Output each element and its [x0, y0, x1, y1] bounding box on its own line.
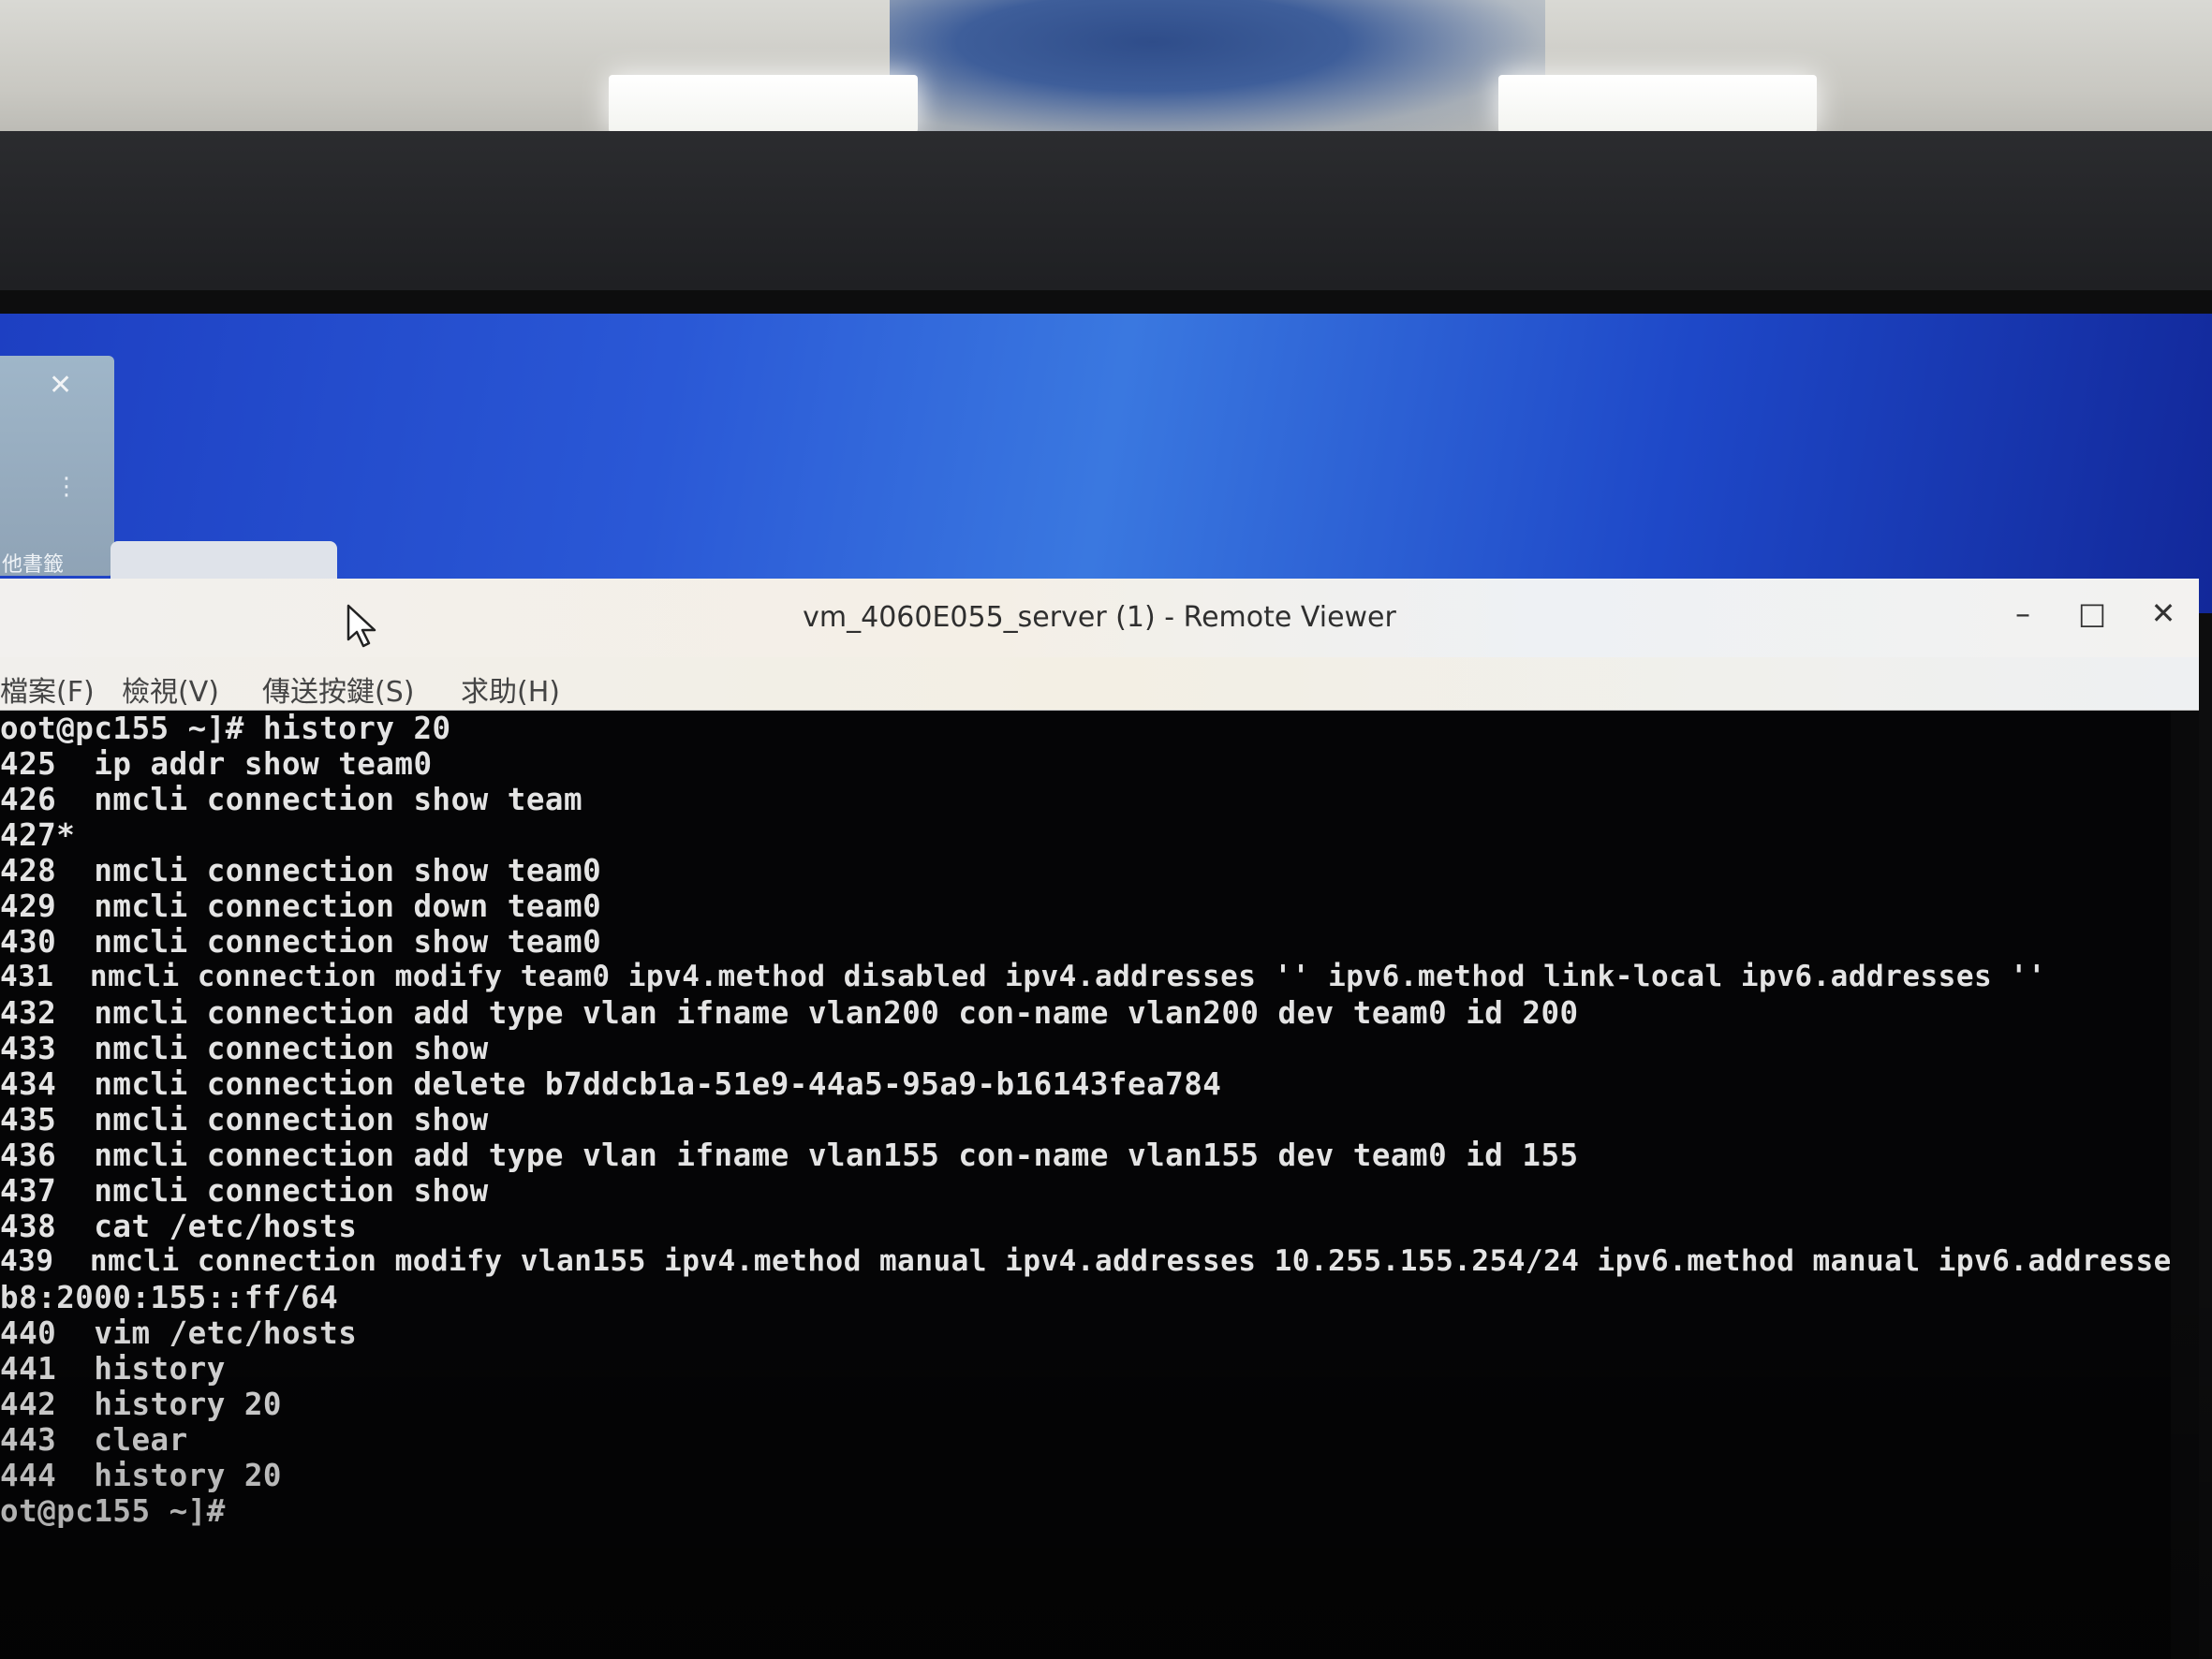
ceiling-artwork — [890, 0, 1545, 140]
terminal-line: 430 nmcli connection show team0 — [0, 924, 602, 960]
terminal-line: 428 nmcli connection show team0 — [0, 853, 602, 888]
ceiling — [0, 0, 2212, 150]
terminal-line: 427* — [0, 817, 76, 853]
terminal-line: oot@pc155 ~]# history 20 — [0, 711, 451, 746]
remote-viewer-window: vm_4060E055_server (1) - Remote Viewer –… — [0, 579, 2199, 1659]
terminal-line: 443 clear — [0, 1422, 188, 1458]
terminal-line: 429 nmcli connection down team0 — [0, 888, 602, 924]
terminal-console[interactable]: oot@pc155 ~]# history 20 425 ip addr sho… — [0, 711, 2171, 1659]
terminal-line: b8:2000:155::ff/64 — [0, 1280, 339, 1315]
menu-send-key[interactable]: 傳送按鍵(S) — [262, 668, 414, 710]
terminal-line: 432 nmcli connection add type vlan ifnam… — [0, 995, 1579, 1031]
window-title: vm_4060E055_server (1) - Remote Viewer — [803, 601, 1396, 634]
terminal-line: 441 history — [0, 1351, 226, 1387]
window-titlebar[interactable]: vm_4060E055_server (1) - Remote Viewer –… — [0, 579, 2199, 658]
terminal-line: 442 history 20 — [0, 1387, 282, 1422]
terminal-line: 436 nmcli connection add type vlan ifnam… — [0, 1138, 1579, 1173]
notification-close-icon[interactable]: ✕ — [49, 369, 72, 402]
notification-menu-icon[interactable]: ⋮ — [54, 473, 79, 501]
menu-help[interactable]: 求助(H) — [461, 668, 560, 710]
terminal-line: 435 nmcli connection show — [0, 1102, 489, 1138]
terminal-line: 434 nmcli connection delete b7ddcb1a-51e… — [0, 1066, 1222, 1102]
terminal-line: 433 nmcli connection show — [0, 1031, 489, 1066]
notification-panel[interactable]: ✕ ⋮ 他書籤 — [0, 356, 114, 577]
terminal-line: 431 nmcli connection modify team0 ipv4.m… — [0, 960, 2046, 993]
close-icon[interactable]: ✕ — [2145, 595, 2182, 631]
terminal-line: 425 ip addr show team0 — [0, 746, 433, 782]
terminal-line: 437 nmcli connection show — [0, 1173, 489, 1209]
notification-text: 他書籤 — [2, 553, 65, 577]
minimize-icon[interactable]: – — [2004, 595, 2042, 631]
menu-file[interactable]: 檔案(F) — [0, 668, 95, 710]
ceiling-light-right — [1498, 75, 1817, 133]
ceiling-light-left — [609, 75, 918, 133]
menu-bar: 檔案(F) 檢視(V) 傳送按鍵(S) 求助(H) — [0, 657, 2199, 711]
terminal-line: 440 vim /etc/hosts — [0, 1315, 358, 1351]
menu-view[interactable]: 檢視(V) — [122, 668, 219, 710]
terminal-line: 444 history 20 — [0, 1458, 282, 1493]
background-window-tab[interactable] — [111, 541, 337, 579]
terminal-prompt: ot@pc155 ~]# — [0, 1493, 226, 1529]
terminal-line: 439 nmcli connection modify vlan155 ipv4… — [0, 1244, 2171, 1278]
terminal-line: 426 nmcli connection show team — [0, 782, 583, 817]
terminal-line: 438 cat /etc/hosts — [0, 1209, 358, 1244]
maximize-icon[interactable]: □ — [2073, 595, 2111, 631]
mouse-pointer-icon — [347, 604, 376, 648]
